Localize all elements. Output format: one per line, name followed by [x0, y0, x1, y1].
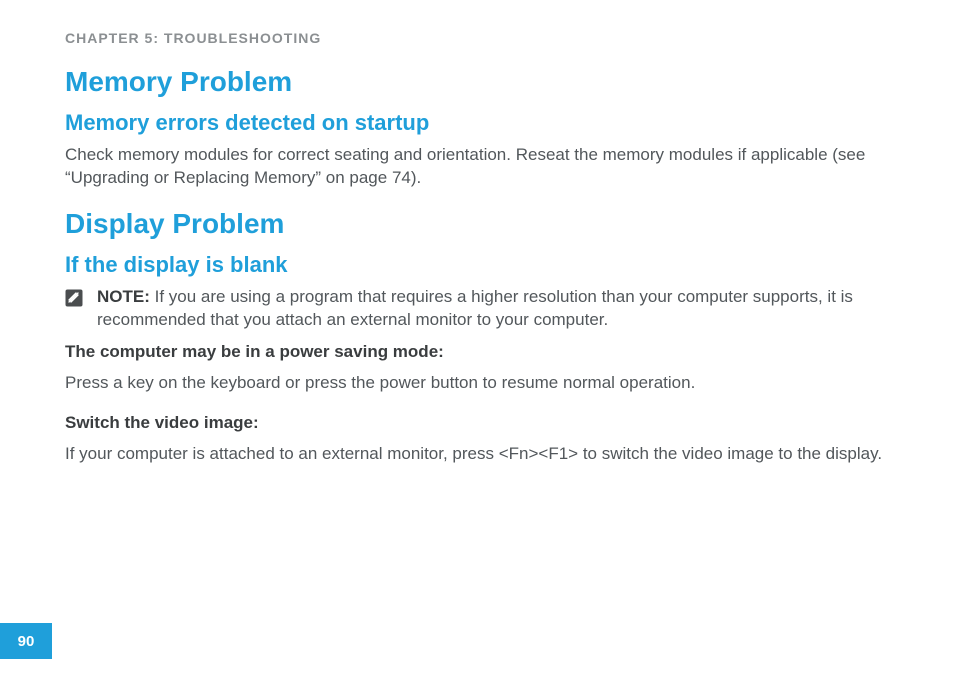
body-text-switch-video: If your computer is attached to an exter… [65, 443, 889, 466]
note-body: If you are using a program that requires… [97, 287, 853, 329]
page-number: 90 [18, 633, 35, 650]
bold-line-power-saving: The computer may be in a power saving mo… [65, 342, 889, 362]
note-label: NOTE: [97, 287, 150, 306]
page-number-tab: 90 [0, 623, 52, 659]
section-title-display-problem: Display Problem [65, 208, 889, 240]
note-block: NOTE: If you are using a program that re… [65, 286, 889, 332]
bold-line-switch-video: Switch the video image: [65, 413, 889, 433]
subsection-title-display-blank: If the display is blank [65, 252, 889, 278]
note-icon [65, 289, 83, 307]
section-title-memory-problem: Memory Problem [65, 66, 889, 98]
subsection-title-memory-errors: Memory errors detected on startup [65, 110, 889, 136]
document-page: CHAPTER 5: TROUBLESHOOTING Memory Proble… [0, 0, 954, 466]
note-text: NOTE: If you are using a program that re… [97, 286, 889, 332]
body-text-power-saving: Press a key on the keyboard or press the… [65, 372, 889, 395]
body-text-memory: Check memory modules for correct seating… [65, 144, 889, 190]
chapter-heading: CHAPTER 5: TROUBLESHOOTING [65, 30, 889, 46]
